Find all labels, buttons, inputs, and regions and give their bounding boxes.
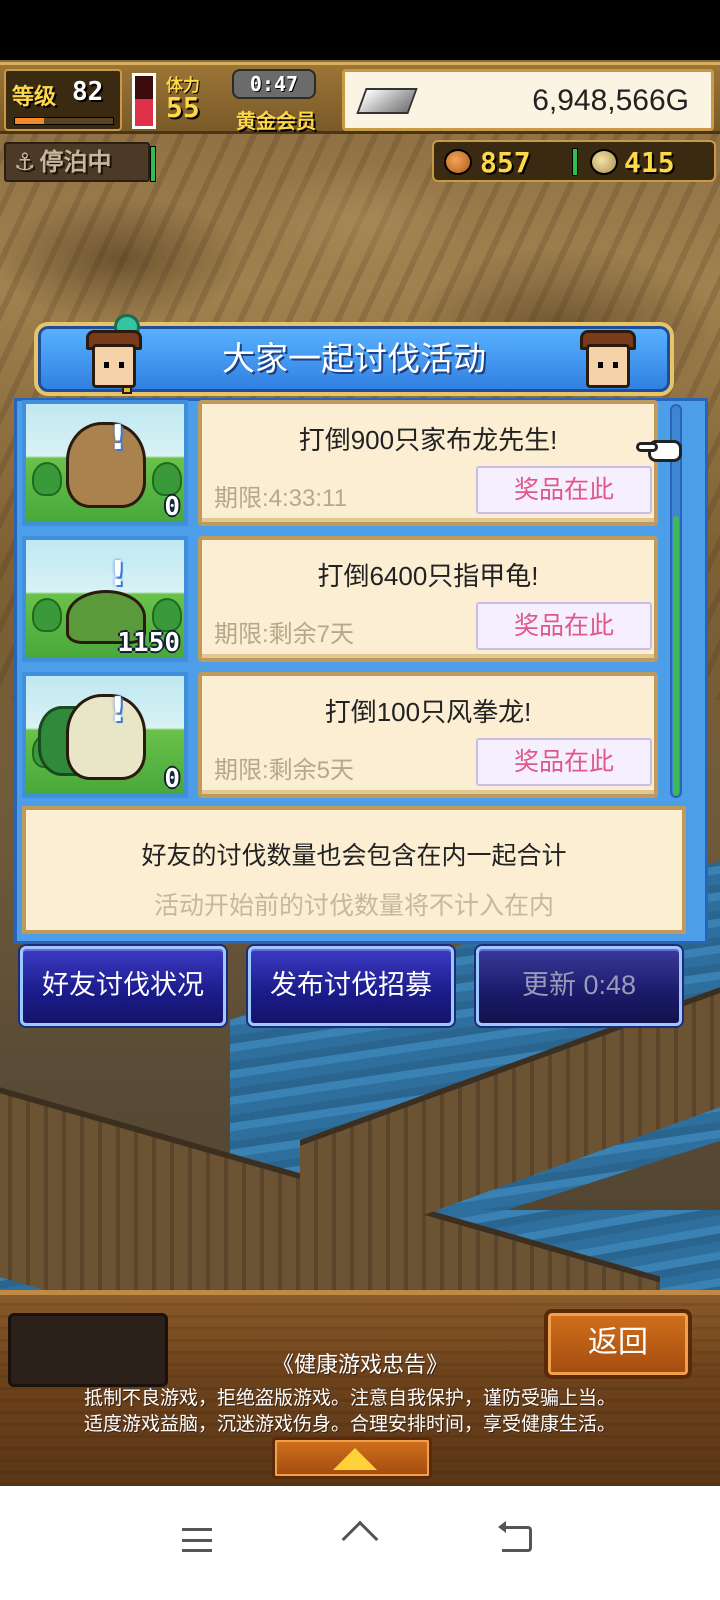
reward-button[interactable]: 奖品在此	[476, 602, 652, 650]
system-nav-bar	[0, 1486, 720, 1600]
monster-thumbnail: ! 0	[22, 672, 188, 798]
defeat-count: 0	[164, 764, 180, 794]
reward-button[interactable]: 奖品在此	[476, 466, 652, 514]
quest-card: 打倒6400只指甲龟! 期限:剩余7天 奖品在此	[198, 536, 658, 662]
quest-item[interactable]: ! 0 打倒100只风拳龙! 期限:剩余5天 奖品在此	[20, 670, 660, 800]
quest-item[interactable]: ! 0 打倒900只家布龙先生! 期限:4:33:11 奖品在此	[20, 398, 660, 528]
level-panel: 等级 82	[4, 69, 122, 131]
exclamation-icon: !	[110, 690, 126, 730]
quest-deadline: 期限:4:33:11	[214, 485, 347, 512]
gold-member-label: 黄金会员	[236, 109, 316, 133]
nav-home-button[interactable]	[330, 1516, 390, 1566]
quest-item[interactable]: ! 1150 打倒6400只指甲龟! 期限:剩余7天 奖品在此	[20, 534, 660, 664]
tree	[152, 598, 182, 632]
quest-deadline: 期限:剩余5天	[214, 757, 355, 784]
health-advice-line: 抵制不良游戏，拒绝盗版游戏。注意自我保护，谨防受骗上当。	[83, 1388, 616, 1409]
quest-card: 打倒100只风拳龙! 期限:剩余5天 奖品在此	[198, 672, 658, 798]
ball-icon	[444, 149, 472, 175]
monster-thumbnail: ! 0	[22, 400, 188, 526]
quest-title: 打倒100只风拳龙!	[324, 697, 532, 727]
stamina-value: 55	[166, 91, 200, 124]
menu-icon	[182, 1528, 212, 1552]
silver-ingot-icon	[356, 88, 418, 114]
exp-bar	[14, 117, 114, 125]
npc-eyes	[104, 362, 124, 368]
nav-back-button[interactable]	[488, 1516, 548, 1566]
defeat-count: 0	[164, 492, 180, 522]
resource-separator	[572, 148, 578, 176]
coin-icon	[590, 149, 618, 175]
info-subtext: 活动开始前的讨伐数量将不计入在内	[153, 892, 554, 920]
reward-button[interactable]: 奖品在此	[476, 738, 652, 786]
docked-indicator	[150, 146, 156, 182]
defeat-count: 1150	[117, 628, 180, 658]
quest-title: 打倒900只家布龙先生!	[298, 425, 558, 455]
quest-list[interactable]: ! 0 打倒900只家布龙先生! 期限:4:33:11 奖品在此 ! 1150 …	[20, 398, 660, 802]
gold-amount: 6,948,566G	[532, 84, 689, 117]
npc-portrait-right	[572, 326, 644, 396]
level-value: 82	[72, 77, 104, 107]
bottom-panel: 返回 《健康游戏忠告》 抵制不良游戏，拒绝盗版游戏。注意自我保护，谨防受骗上当。…	[0, 1290, 720, 1486]
exclamation-icon: !	[110, 418, 126, 458]
post-recruit-button[interactable]: 发布讨伐招募	[248, 946, 454, 1026]
quest-deadline: 期限:剩余7天	[214, 621, 355, 648]
triangle-up-icon	[333, 1448, 377, 1470]
monster-thumbnail: ! 1150	[22, 536, 188, 662]
nav-menu-button[interactable]	[166, 1516, 226, 1566]
exclamation-icon: !	[110, 554, 126, 594]
health-advice-line: 适度游戏益脑，沉迷游戏伤身。合理安排时间，享受健康生活。	[83, 1414, 616, 1435]
info-text: 好友的讨伐数量也会包含在内一起合计	[141, 842, 567, 870]
anchor-icon: ⚓	[14, 148, 36, 176]
health-advice-title: 《健康游戏忠告》	[271, 1352, 448, 1377]
quest-card: 打倒900只家布龙先生! 期限:4:33:11 奖品在此	[198, 400, 658, 526]
docked-label: 停泊中	[39, 148, 112, 176]
top-hud: 等级 82 体力 55 0:47 黄金会员 6,948,566G	[0, 62, 720, 134]
ball-count: 857	[480, 146, 531, 179]
refresh-button[interactable]: 更新 0:48	[476, 946, 682, 1026]
quest-title: 打倒6400只指甲龟!	[317, 561, 539, 591]
npc-eyes	[598, 362, 618, 368]
stamina-gauge-fill	[135, 98, 153, 126]
resource-panel: 857 415	[432, 140, 716, 182]
tree	[32, 598, 62, 632]
monster-sprite	[66, 694, 146, 780]
tree	[152, 462, 182, 496]
scrollbar-thumb[interactable]	[673, 516, 679, 796]
friends-status-button[interactable]: 好友讨伐状况	[20, 946, 226, 1026]
expand-menu-button[interactable]	[272, 1437, 432, 1479]
back-icon	[498, 1521, 532, 1552]
docked-status: ⚓ 停泊中	[4, 142, 150, 182]
coin-count: 415	[624, 146, 675, 179]
hand-finger	[636, 442, 658, 452]
npc-portrait-left	[78, 326, 150, 396]
stamina-timer: 0:47	[232, 69, 316, 99]
level-label: 等级	[12, 85, 57, 110]
stamina-gauge	[132, 73, 156, 129]
monster-sprite	[66, 422, 146, 508]
info-panel: 好友的讨伐数量也会包含在内一起合计 活动开始前的讨伐数量将不计入在内	[22, 806, 686, 934]
pointing-hand-icon	[636, 436, 684, 464]
tree	[32, 462, 62, 496]
home-icon	[341, 1520, 379, 1558]
exp-bar-fill	[15, 118, 45, 124]
gold-panel: 6,948,566G	[342, 69, 714, 131]
